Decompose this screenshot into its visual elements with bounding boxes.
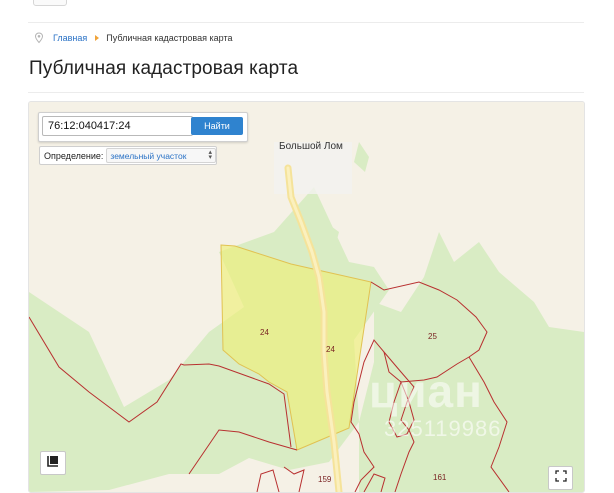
cadastral-number-input[interactable] [42, 116, 193, 136]
fullscreen-icon [554, 469, 567, 487]
page-title: Публичная кадастровая карта [29, 58, 299, 79]
parcel-label: 25 [428, 332, 437, 341]
breadcrumb: Главная Публичная кадастровая карта [34, 31, 232, 45]
breadcrumb-current: Публичная кадастровая карта [106, 33, 233, 43]
parcel-label: 161 [433, 473, 447, 482]
place-label: Большой Лом [279, 141, 343, 152]
select-arrows-icon: ▴ ▾ [208, 149, 212, 161]
watermark-phone: 325119986 [384, 416, 502, 441]
layers-button[interactable] [40, 451, 66, 475]
breadcrumb-home-link[interactable]: Главная [53, 33, 87, 43]
top-divider [28, 22, 584, 23]
title-divider [28, 92, 584, 93]
find-button[interactable]: Найти [191, 117, 243, 135]
search-panel: Найти [38, 112, 248, 142]
layers-icon [46, 454, 60, 473]
definition-panel: Определение: земельный участок ▴ ▾ [39, 146, 217, 165]
fullscreen-button[interactable] [548, 466, 573, 490]
map-pin-icon [34, 32, 44, 44]
definition-label: Определение: [44, 150, 104, 161]
parcel-label: 24 [260, 328, 269, 337]
breadcrumb-separator-icon [95, 35, 100, 41]
top-button[interactable] [33, 0, 67, 6]
definition-select[interactable]: земельный участок ▴ ▾ [106, 148, 216, 163]
parcel-label: 24 [326, 345, 335, 354]
definition-selected-value: земельный участок [110, 150, 187, 161]
watermark-brand: циан [369, 365, 483, 417]
cadastral-map[interactable]: Большой Лом 24 24 25 159 161 циан 325119… [28, 101, 585, 493]
